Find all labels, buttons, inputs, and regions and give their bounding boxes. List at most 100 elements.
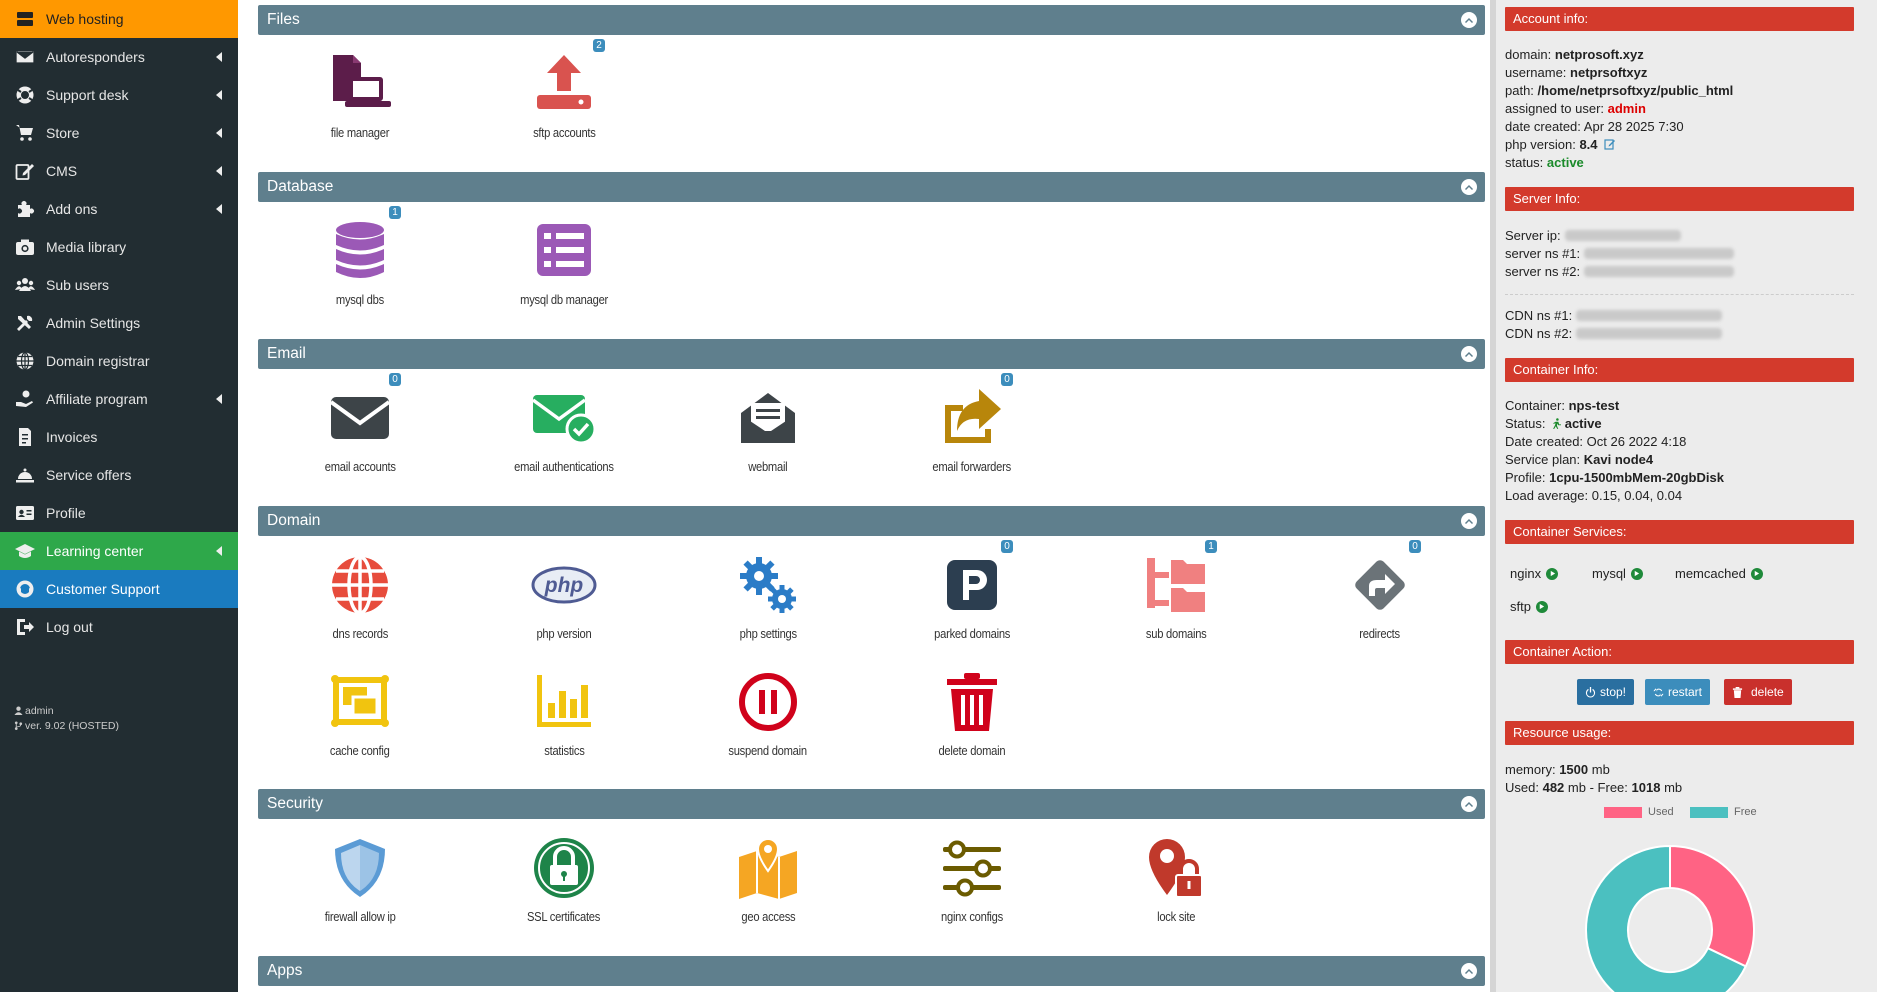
tile-dns-records[interactable]: dns records [258, 536, 462, 643]
tile-label-wrap: file manager [258, 117, 462, 142]
tile-email-forwarders[interactable]: 0 email forwarders [870, 369, 1074, 476]
sidebar-item-log-out[interactable]: Log out [0, 608, 238, 646]
id-card-icon [14, 502, 36, 524]
container-info-header: Container Info: [1505, 358, 1854, 382]
edit-icon [14, 160, 36, 182]
account-created: date created: Apr 28 2025 7:30 [1505, 119, 1684, 134]
tile-lock-site[interactable]: lock site [1074, 819, 1278, 926]
tile-label: parked domains [934, 626, 1010, 641]
sidebar-item-support-desk[interactable]: Support desk [0, 76, 238, 114]
tile-redirects[interactable]: 0 redirects [1278, 536, 1482, 643]
legend-used[interactable]: Used [1604, 806, 1674, 818]
sidebar-item-learning-center[interactable]: Learning center [0, 532, 238, 570]
tile-webmail[interactable]: webmail [666, 369, 870, 476]
play-icon[interactable] [1750, 567, 1763, 580]
tile-cache-config[interactable]: cache config [258, 653, 462, 760]
sidebar-item-store[interactable]: Store [0, 114, 238, 152]
section-header-database[interactable]: Database [258, 172, 1485, 202]
tile-sftp-accounts[interactable]: 2 sftp accounts [462, 35, 666, 142]
delete-button[interactable]: delete [1724, 679, 1792, 705]
tools-icon [14, 312, 36, 334]
tile-firewall-allow-ip[interactable]: firewall allow ip [258, 819, 462, 926]
section-title: Files [267, 11, 300, 28]
tile-delete-domain[interactable]: delete domain [870, 653, 1074, 760]
section-header-security[interactable]: Security [258, 789, 1485, 819]
lock-site-icon [1143, 835, 1209, 901]
sidebar-item-affiliate-program[interactable]: Affiliate program [0, 380, 238, 418]
container-action-header: Container Action: [1505, 640, 1854, 664]
footer-user: admin [25, 705, 54, 717]
sidebar-item-web-hosting[interactable]: Web hosting [0, 0, 238, 38]
play-icon[interactable] [1546, 567, 1559, 580]
tile-sub-domains[interactable]: 1 sub domains [1074, 536, 1278, 643]
sidebar-item-media-library[interactable]: Media library [0, 228, 238, 266]
tile-label-wrap: cache config [258, 735, 462, 760]
edit-php-icon[interactable] [1604, 138, 1616, 150]
tile-php-version[interactable]: php php version [462, 536, 666, 643]
play-icon[interactable] [1630, 567, 1643, 580]
redacted-value [1584, 266, 1735, 277]
sidebar-item-customer-support[interactable]: Customer Support [0, 570, 238, 608]
user-icon [14, 706, 23, 715]
tile-file-manager[interactable]: file manager [258, 35, 462, 142]
tile-label: SSL certificates [527, 909, 601, 924]
tile-nginx-configs[interactable]: nginx configs [870, 819, 1074, 926]
section-header-email[interactable]: Email [258, 339, 1485, 369]
sidebar-item-label: Store [46, 125, 80, 141]
collapse-icon[interactable] [1461, 963, 1477, 979]
collapse-icon[interactable] [1461, 179, 1477, 195]
stop-button[interactable]: stop! [1577, 679, 1635, 705]
section-header-files[interactable]: Files [258, 5, 1485, 35]
tile-php-settings[interactable]: php settings [666, 536, 870, 643]
sidebar-item-domain-registrar[interactable]: Domain registrar [0, 342, 238, 380]
camera-icon [14, 236, 36, 258]
sidebar-item-label: Media library [46, 239, 127, 255]
legend-free[interactable]: Free [1690, 806, 1757, 818]
tile-parked-domains[interactable]: 0 parked domains [870, 536, 1074, 643]
branch-icon [14, 721, 23, 730]
caret-left-icon [216, 204, 222, 214]
headset-icon [14, 578, 36, 600]
tile-email-accounts[interactable]: 0 email accounts [258, 369, 462, 476]
container-status: Status: active [1505, 416, 1602, 431]
collapse-icon[interactable] [1461, 346, 1477, 362]
tile-geo-access[interactable]: geo access [666, 819, 870, 926]
section-header-apps[interactable]: Apps [258, 956, 1485, 986]
donut-slice-used[interactable] [1669, 844, 1755, 968]
account-assigned: assigned to user: admin [1505, 101, 1646, 116]
tile-label: php version [536, 626, 592, 641]
sidebar-item-label: Web hosting [46, 11, 124, 27]
tile-label-wrap: dns records [258, 618, 462, 643]
tile-label: mysql db manager [520, 292, 608, 307]
sidebar-item-label: Log out [46, 619, 93, 635]
tiles-security: firewall allow ip SSL certificates geo acc… [258, 819, 1485, 956]
tiles-database: 1 mysql dbs mysql db manager [258, 202, 1485, 339]
collapse-icon[interactable] [1461, 12, 1477, 28]
tiles-domain: dns records php php version php settings 0 pa… [258, 536, 1485, 789]
statistics-icon [531, 669, 597, 735]
tile-label-wrap: mysql dbs [258, 284, 462, 309]
restart-button[interactable]: restart [1645, 679, 1711, 705]
tile-email-authentications[interactable]: email authentications [462, 369, 666, 476]
collapse-icon[interactable] [1461, 796, 1477, 812]
tile-suspend-domain[interactable]: suspend domain [666, 653, 870, 760]
play-icon[interactable] [1535, 600, 1548, 613]
sidebar-item-add-ons[interactable]: Add ons [0, 190, 238, 228]
sidebar-item-invoices[interactable]: Invoices [0, 418, 238, 456]
tile-mysql-dbs[interactable]: 1 mysql dbs [258, 202, 462, 309]
sidebar-item-admin-settings[interactable]: Admin Settings [0, 304, 238, 342]
geo-access-icon [735, 835, 801, 901]
sidebar-item-autoresponders[interactable]: Autoresponders [0, 38, 238, 76]
sidebar-item-profile[interactable]: Profile [0, 494, 238, 532]
sidebar-item-service-offers[interactable]: Service offers [0, 456, 238, 494]
sidebar-item-sub-users[interactable]: Sub users [0, 266, 238, 304]
tile-mysql-db-manager[interactable]: mysql db manager [462, 202, 666, 309]
sidebar-item-cms[interactable]: CMS [0, 152, 238, 190]
caret-left-icon [216, 546, 222, 556]
divider-line [1505, 294, 1854, 295]
section-header-domain[interactable]: Domain [258, 506, 1485, 536]
tile-ssl-certificates[interactable]: SSL certificates [462, 819, 666, 926]
tile-statistics[interactable]: statistics [462, 653, 666, 760]
collapse-icon[interactable] [1461, 513, 1477, 529]
section-database: Database 1 mysql dbs mysql db manager [258, 172, 1485, 339]
